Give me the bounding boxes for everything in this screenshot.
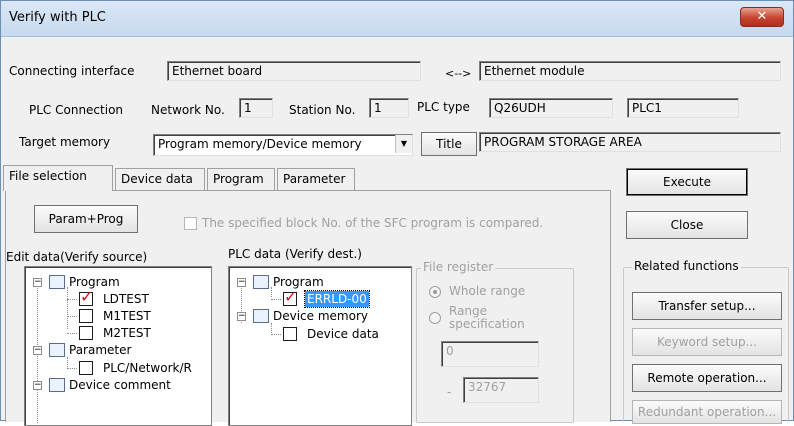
target-memory-select[interactable]: Program memory/Device memory ▼: [153, 134, 413, 156]
range-end-field[interactable]: 32767: [463, 377, 539, 403]
tab-device-data[interactable]: Device data: [115, 168, 205, 190]
tree-item-ldtest[interactable]: LDTEST: [103, 291, 149, 307]
title-button[interactable]: Title: [421, 132, 477, 156]
range-start-field[interactable]: 0: [441, 341, 539, 367]
tree-item-m1test[interactable]: M1TEST: [103, 308, 151, 324]
station-no-field: 1: [369, 98, 409, 118]
plc-type-label: PLC type: [417, 100, 470, 114]
tab-program[interactable]: Program: [207, 168, 275, 190]
collapse-icon[interactable]: −: [33, 346, 42, 355]
module-field: Ethernet module: [479, 61, 781, 81]
tree-guide: [271, 287, 272, 297]
verify-dialog: Verify with PLC ✕ Connecting interface E…: [0, 0, 794, 426]
title-value: PROGRAM STORAGE AREA: [484, 135, 642, 149]
m2test-checkbox[interactable]: [79, 326, 93, 340]
tree-guide: [67, 333, 77, 334]
program-folder-icon: [253, 275, 269, 289]
interface-field: Ethernet board: [167, 61, 421, 81]
errld-checkbox[interactable]: ✓: [283, 287, 298, 306]
tree-parameter[interactable]: Parameter: [69, 342, 131, 358]
parameter-icon: [49, 343, 65, 357]
collapse-icon[interactable]: −: [237, 278, 246, 287]
tree-item-plc-network[interactable]: PLC/Network/R: [103, 360, 192, 376]
plc-connection-label: PLC Connection: [29, 103, 124, 117]
tree-guide: [67, 287, 68, 329]
close-window-button[interactable]: ✕: [740, 7, 784, 27]
connecting-interface-label: Connecting interface: [9, 64, 135, 78]
remote-operation-button[interactable]: Remote operation...: [632, 364, 782, 392]
tree-item-m2test[interactable]: M2TEST: [103, 325, 151, 341]
station-no-value: 1: [374, 101, 382, 115]
range-spec-radio[interactable]: [429, 312, 441, 324]
transfer-setup-button[interactable]: Transfer setup...: [632, 292, 782, 320]
radio-dot: [433, 290, 437, 294]
tree-plc-program[interactable]: Program: [273, 274, 324, 290]
tree-guide: [271, 334, 281, 335]
expand-icon[interactable]: −: [33, 381, 42, 390]
tab-parameter[interactable]: Parameter: [277, 168, 355, 190]
file-register-label: File register: [421, 260, 496, 274]
device-memory-icon: [253, 309, 269, 323]
range-end-value: 32767: [468, 380, 507, 394]
device-data-checkbox[interactable]: [283, 327, 297, 341]
m1test-checkbox[interactable]: [79, 309, 93, 323]
file-register-group: File register Whole range Range specific…: [416, 260, 574, 423]
edit-data-label: Edit data(Verify source): [6, 250, 148, 264]
network-no-field: 1: [239, 98, 273, 118]
file-selection-panel: Param+Prog The specified block No. of th…: [5, 190, 611, 426]
tree-guide: [67, 368, 77, 369]
target-memory-label: Target memory: [19, 135, 111, 149]
target-memory-value: Program memory/Device memory: [158, 137, 362, 151]
collapse-icon[interactable]: −: [33, 278, 42, 287]
related-functions-label: Related functions: [632, 259, 741, 273]
tree-item-device-data[interactable]: Device data: [307, 326, 379, 342]
sfc-block-checkbox[interactable]: [184, 217, 197, 230]
plc-data-tree[interactable]: − Program ✓ ERRLD-00 − Device memory Dev…: [228, 266, 412, 426]
plc-data-label: PLC data (Verify dest.): [228, 247, 362, 261]
network-no-value: 1: [244, 101, 252, 115]
connection-arrow: <-->: [445, 67, 472, 80]
tree-item-errld[interactable]: ERRLD-00: [304, 290, 370, 308]
keyword-setup-button[interactable]: Keyword setup...: [632, 328, 782, 356]
interface-value: Ethernet board: [172, 64, 263, 78]
param-prog-button[interactable]: Param+Prog: [34, 205, 138, 233]
plc-name-value: PLC1: [632, 101, 662, 115]
module-value: Ethernet module: [484, 64, 585, 78]
plc-type-field: Q26UDH: [489, 98, 613, 118]
tree-device-comment[interactable]: Device comment: [69, 377, 171, 393]
tree-device-memory[interactable]: Device memory: [273, 308, 368, 324]
related-functions-group: Related functions Transfer setup... Keyw…: [623, 259, 789, 424]
plc-network-checkbox[interactable]: [79, 361, 93, 375]
ldtest-checkbox[interactable]: ✓: [79, 287, 94, 306]
range-start-value: 0: [446, 344, 454, 358]
tree-guide: [67, 316, 77, 317]
execute-button[interactable]: Execute: [626, 168, 748, 196]
tree-guide: [271, 299, 281, 300]
close-button[interactable]: Close: [626, 211, 748, 239]
tree-guide: [67, 299, 77, 300]
tree-program[interactable]: Program: [69, 274, 120, 290]
device-comment-icon: [49, 378, 65, 392]
title-bar[interactable]: Verify with PLC ✕: [1, 1, 793, 37]
title-field: PROGRAM STORAGE AREA: [479, 132, 781, 152]
sfc-checkbox-label: The specified block No. of the SFC progr…: [202, 216, 544, 230]
station-no-label: Station No.: [289, 103, 356, 117]
network-no-label: Network No.: [151, 103, 225, 117]
check-icon: ✓: [284, 287, 298, 306]
range-spec-label-2: specification: [449, 317, 525, 331]
program-folder-icon: [49, 275, 65, 289]
close-icon: ✕: [756, 9, 768, 24]
whole-range-radio[interactable]: [429, 286, 441, 298]
plc-type-value: Q26UDH: [494, 101, 546, 115]
collapse-icon[interactable]: −: [237, 312, 246, 321]
window-title: Verify with PLC: [9, 10, 106, 25]
edit-data-tree[interactable]: − Program ✓ LDTEST M1TEST M2TEST − Param…: [24, 266, 212, 426]
redundant-operation-button[interactable]: Redundant operation...: [632, 400, 782, 424]
tab-file-selection[interactable]: File selection: [3, 165, 113, 191]
chevron-down-icon[interactable]: ▼: [395, 135, 412, 153]
plc-name-field: PLC1: [627, 98, 739, 118]
whole-range-label: Whole range: [449, 284, 526, 298]
check-icon: ✓: [80, 287, 94, 306]
range-dash: -: [447, 385, 452, 399]
